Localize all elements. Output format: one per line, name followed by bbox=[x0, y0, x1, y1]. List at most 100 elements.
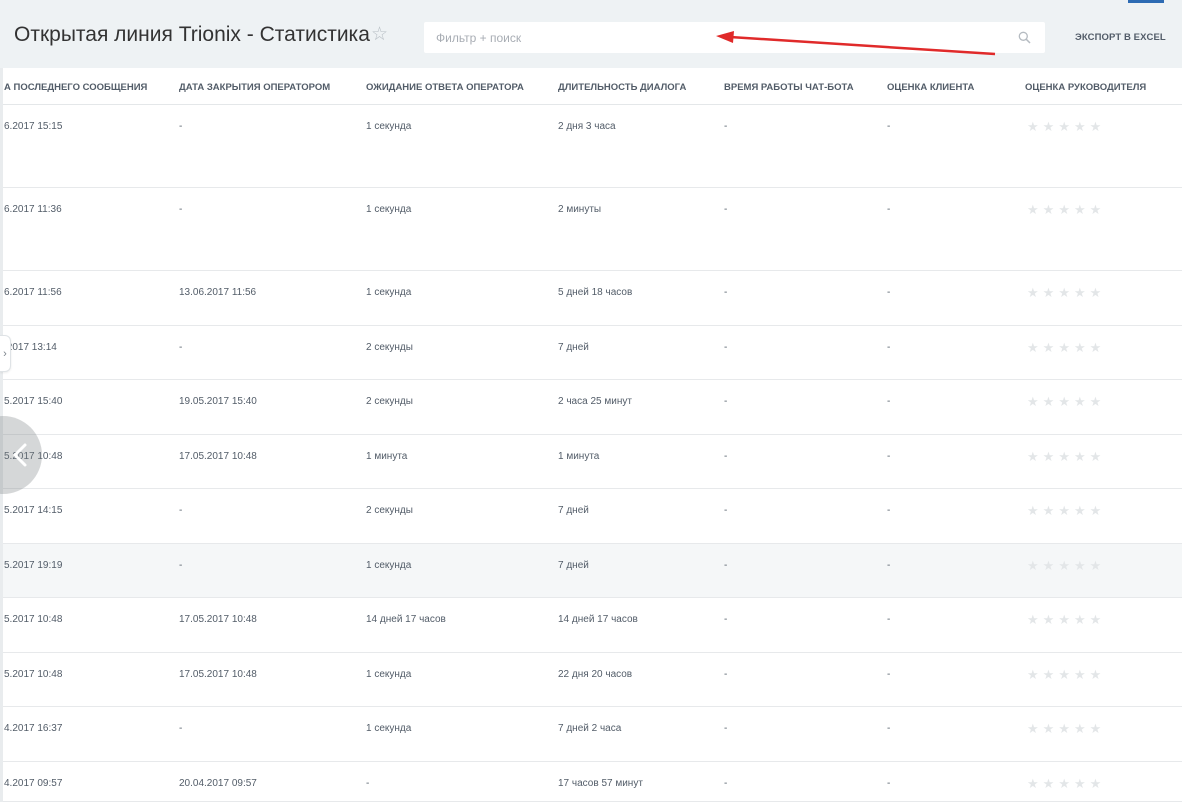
manager-rating-stars[interactable]: ★ ★ ★ ★ ★ bbox=[1027, 450, 1101, 463]
export-excel-button[interactable]: ЭКСПОРТ В EXCEL bbox=[1075, 32, 1166, 43]
star-icon[interactable]: ★ bbox=[1074, 722, 1086, 735]
star-icon[interactable]: ★ bbox=[1090, 559, 1102, 572]
table-row[interactable]: 6.2017 15:15-1 секунда 2 дня 3 часа - - ★ ★ ★ ★… bbox=[0, 105, 1182, 188]
table-row[interactable]: 6.2017 11:36-1 секунда 2 минуты - - ★ ★ ★ ★ ★ bbox=[0, 188, 1182, 271]
column-header-chatbot-time[interactable]: ВРЕМЯ РАБОТЫ ЧАТ-БОТА bbox=[724, 82, 854, 93]
star-icon[interactable]: ★ bbox=[1043, 777, 1055, 790]
manager-rating-stars[interactable]: ★ ★ ★ ★ ★ bbox=[1027, 613, 1101, 626]
star-icon[interactable]: ★ bbox=[1090, 504, 1102, 517]
star-icon[interactable]: ★ bbox=[1090, 722, 1102, 735]
manager-rating-stars[interactable]: ★ ★ ★ ★ ★ bbox=[1027, 341, 1101, 354]
table-row[interactable]: 5.2017 19:19-1 секунда 7 дней - - ★ ★ ★ ★ ★ bbox=[0, 544, 1182, 598]
star-icon[interactable]: ★ bbox=[1074, 286, 1086, 299]
manager-rating-stars[interactable]: ★ ★ ★ ★ ★ bbox=[1027, 777, 1101, 790]
star-icon[interactable]: ★ bbox=[1058, 203, 1070, 216]
star-icon[interactable]: ★ bbox=[1043, 613, 1055, 626]
star-icon[interactable]: ★ bbox=[1074, 203, 1086, 216]
column-header-operator-wait[interactable]: ОЖИДАНИЕ ОТВЕТА ОПЕРАТОРА bbox=[366, 82, 524, 93]
table-row[interactable]: 4.2017 09:57 20.04.2017 09:57 - 17 часов 57… bbox=[0, 762, 1182, 802]
manager-rating-stars[interactable]: ★ ★ ★ ★ ★ bbox=[1027, 722, 1101, 735]
star-icon[interactable]: ★ bbox=[1090, 613, 1102, 626]
star-icon[interactable]: ☆ bbox=[371, 25, 388, 44]
manager-rating-stars[interactable]: ★ ★ ★ ★ ★ bbox=[1027, 395, 1101, 408]
star-icon[interactable]: ★ bbox=[1058, 777, 1070, 790]
star-icon[interactable]: ★ bbox=[1090, 203, 1102, 216]
column-header-client-rating[interactable]: ОЦЕНКА КЛИЕНТА bbox=[887, 82, 974, 93]
star-icon[interactable]: ★ bbox=[1074, 559, 1086, 572]
star-icon[interactable]: ★ bbox=[1074, 120, 1086, 133]
star-icon[interactable]: ★ bbox=[1027, 286, 1039, 299]
star-icon[interactable]: ★ bbox=[1090, 286, 1102, 299]
star-icon[interactable]: ★ bbox=[1027, 203, 1039, 216]
star-icon[interactable]: ★ bbox=[1043, 559, 1055, 572]
column-header-closed-by-operator[interactable]: ДАТА ЗАКРЫТИЯ ОПЕРАТОРОМ bbox=[179, 82, 330, 93]
column-header-dialog-duration[interactable]: ДЛИТЕЛЬНОСТЬ ДИАЛОГА bbox=[558, 82, 686, 93]
search-input[interactable] bbox=[424, 22, 1014, 53]
table-row[interactable]: 5.2017 10:48 17.05.2017 10:48 14 дней 17 ч… bbox=[0, 598, 1182, 653]
star-icon[interactable]: ★ bbox=[1074, 395, 1086, 408]
star-icon[interactable]: ★ bbox=[1058, 613, 1070, 626]
star-icon[interactable]: ★ bbox=[1074, 777, 1086, 790]
star-icon[interactable]: ★ bbox=[1074, 341, 1086, 354]
star-icon[interactable]: ★ bbox=[1043, 286, 1055, 299]
star-icon[interactable]: ★ bbox=[1027, 120, 1039, 133]
chevron-right-icon[interactable]: › bbox=[0, 335, 11, 372]
star-icon[interactable]: ★ bbox=[1043, 120, 1055, 133]
table-row[interactable]: 5.2017 10:48 17.05.2017 10:48 1 минута 1 ми… bbox=[0, 435, 1182, 489]
star-icon[interactable]: ★ bbox=[1090, 341, 1102, 354]
star-icon[interactable]: ★ bbox=[1043, 668, 1055, 681]
star-icon[interactable]: ★ bbox=[1027, 341, 1039, 354]
star-icon[interactable]: ★ bbox=[1090, 395, 1102, 408]
star-icon[interactable]: ★ bbox=[1058, 341, 1070, 354]
manager-rating-stars[interactable]: ★ ★ ★ ★ ★ bbox=[1027, 504, 1101, 517]
star-icon[interactable]: ★ bbox=[1043, 722, 1055, 735]
star-icon[interactable]: ★ bbox=[1043, 504, 1055, 517]
star-icon[interactable]: ★ bbox=[1027, 613, 1039, 626]
star-icon[interactable]: ★ bbox=[1074, 613, 1086, 626]
cell-client-rating: - bbox=[887, 121, 891, 132]
star-icon[interactable]: ★ bbox=[1090, 668, 1102, 681]
column-header-last-message[interactable]: А ПОСЛЕДНЕГО СООБЩЕНИЯ bbox=[4, 82, 147, 93]
star-icon[interactable]: ★ bbox=[1058, 450, 1070, 463]
manager-rating-stars[interactable]: ★ ★ ★ ★ ★ bbox=[1027, 286, 1101, 299]
star-icon[interactable]: ★ bbox=[1027, 722, 1039, 735]
star-icon[interactable]: ★ bbox=[1043, 395, 1055, 408]
star-icon[interactable]: ★ bbox=[1074, 668, 1086, 681]
star-icon[interactable]: ★ bbox=[1027, 668, 1039, 681]
table-row[interactable]: 5.2017 14:15-2 секунды 7 дней - - ★ ★ ★ ★ ★ bbox=[0, 489, 1182, 544]
star-icon[interactable]: ★ bbox=[1027, 504, 1039, 517]
star-icon[interactable]: ★ bbox=[1074, 450, 1086, 463]
star-icon[interactable]: ★ bbox=[1058, 722, 1070, 735]
table-row[interactable]: 5.2017 10:48 17.05.2017 10:48 1 секунда 22 … bbox=[0, 653, 1182, 707]
star-icon[interactable]: ★ bbox=[1058, 559, 1070, 572]
star-icon[interactable]: ★ bbox=[1043, 341, 1055, 354]
column-header-manager-rating[interactable]: ОЦЕНКА РУКОВОДИТЕЛЯ bbox=[1025, 82, 1146, 93]
star-icon[interactable]: ★ bbox=[1058, 668, 1070, 681]
manager-rating-stars[interactable]: ★ ★ ★ ★ ★ bbox=[1027, 559, 1101, 572]
star-icon[interactable]: ★ bbox=[1058, 504, 1070, 517]
star-icon[interactable]: ★ bbox=[1090, 777, 1102, 790]
star-icon[interactable]: ★ bbox=[1058, 395, 1070, 408]
star-icon[interactable]: ★ bbox=[1043, 450, 1055, 463]
star-icon[interactable]: ★ bbox=[1090, 120, 1102, 133]
star-icon[interactable]: ★ bbox=[1058, 120, 1070, 133]
cell-last-message: 6.2017 11:36 bbox=[4, 204, 62, 215]
table-row[interactable]: 6.2017 11:56 13.06.2017 11:56 1 секунда 5 д… bbox=[0, 271, 1182, 326]
manager-rating-stars[interactable]: ★ ★ ★ ★ ★ bbox=[1027, 203, 1101, 216]
star-icon[interactable]: ★ bbox=[1027, 450, 1039, 463]
table-row[interactable]: 4.2017 16:37-1 секунда 7 дней 2 часа - - ★ ★ ★… bbox=[0, 707, 1182, 762]
star-icon[interactable]: ★ bbox=[1043, 203, 1055, 216]
star-icon[interactable]: ★ bbox=[1027, 777, 1039, 790]
table-row[interactable]: .2017 13:14-2 секунды 7 дней - - ★ ★ ★ ★ ★ bbox=[0, 326, 1182, 380]
table-row[interactable]: 5.2017 15:40 19.05.2017 15:40 2 секунды 2 ч… bbox=[0, 380, 1182, 435]
cell-closed-by-operator: 17.05.2017 10:48 bbox=[179, 451, 257, 462]
search-field[interactable] bbox=[424, 22, 1045, 53]
search-icon[interactable] bbox=[1018, 31, 1031, 44]
star-icon[interactable]: ★ bbox=[1074, 504, 1086, 517]
star-icon[interactable]: ★ bbox=[1027, 395, 1039, 408]
star-icon[interactable]: ★ bbox=[1027, 559, 1039, 572]
star-icon[interactable]: ★ bbox=[1090, 450, 1102, 463]
manager-rating-stars[interactable]: ★ ★ ★ ★ ★ bbox=[1027, 120, 1101, 133]
star-icon[interactable]: ★ bbox=[1058, 286, 1070, 299]
manager-rating-stars[interactable]: ★ ★ ★ ★ ★ bbox=[1027, 668, 1101, 681]
